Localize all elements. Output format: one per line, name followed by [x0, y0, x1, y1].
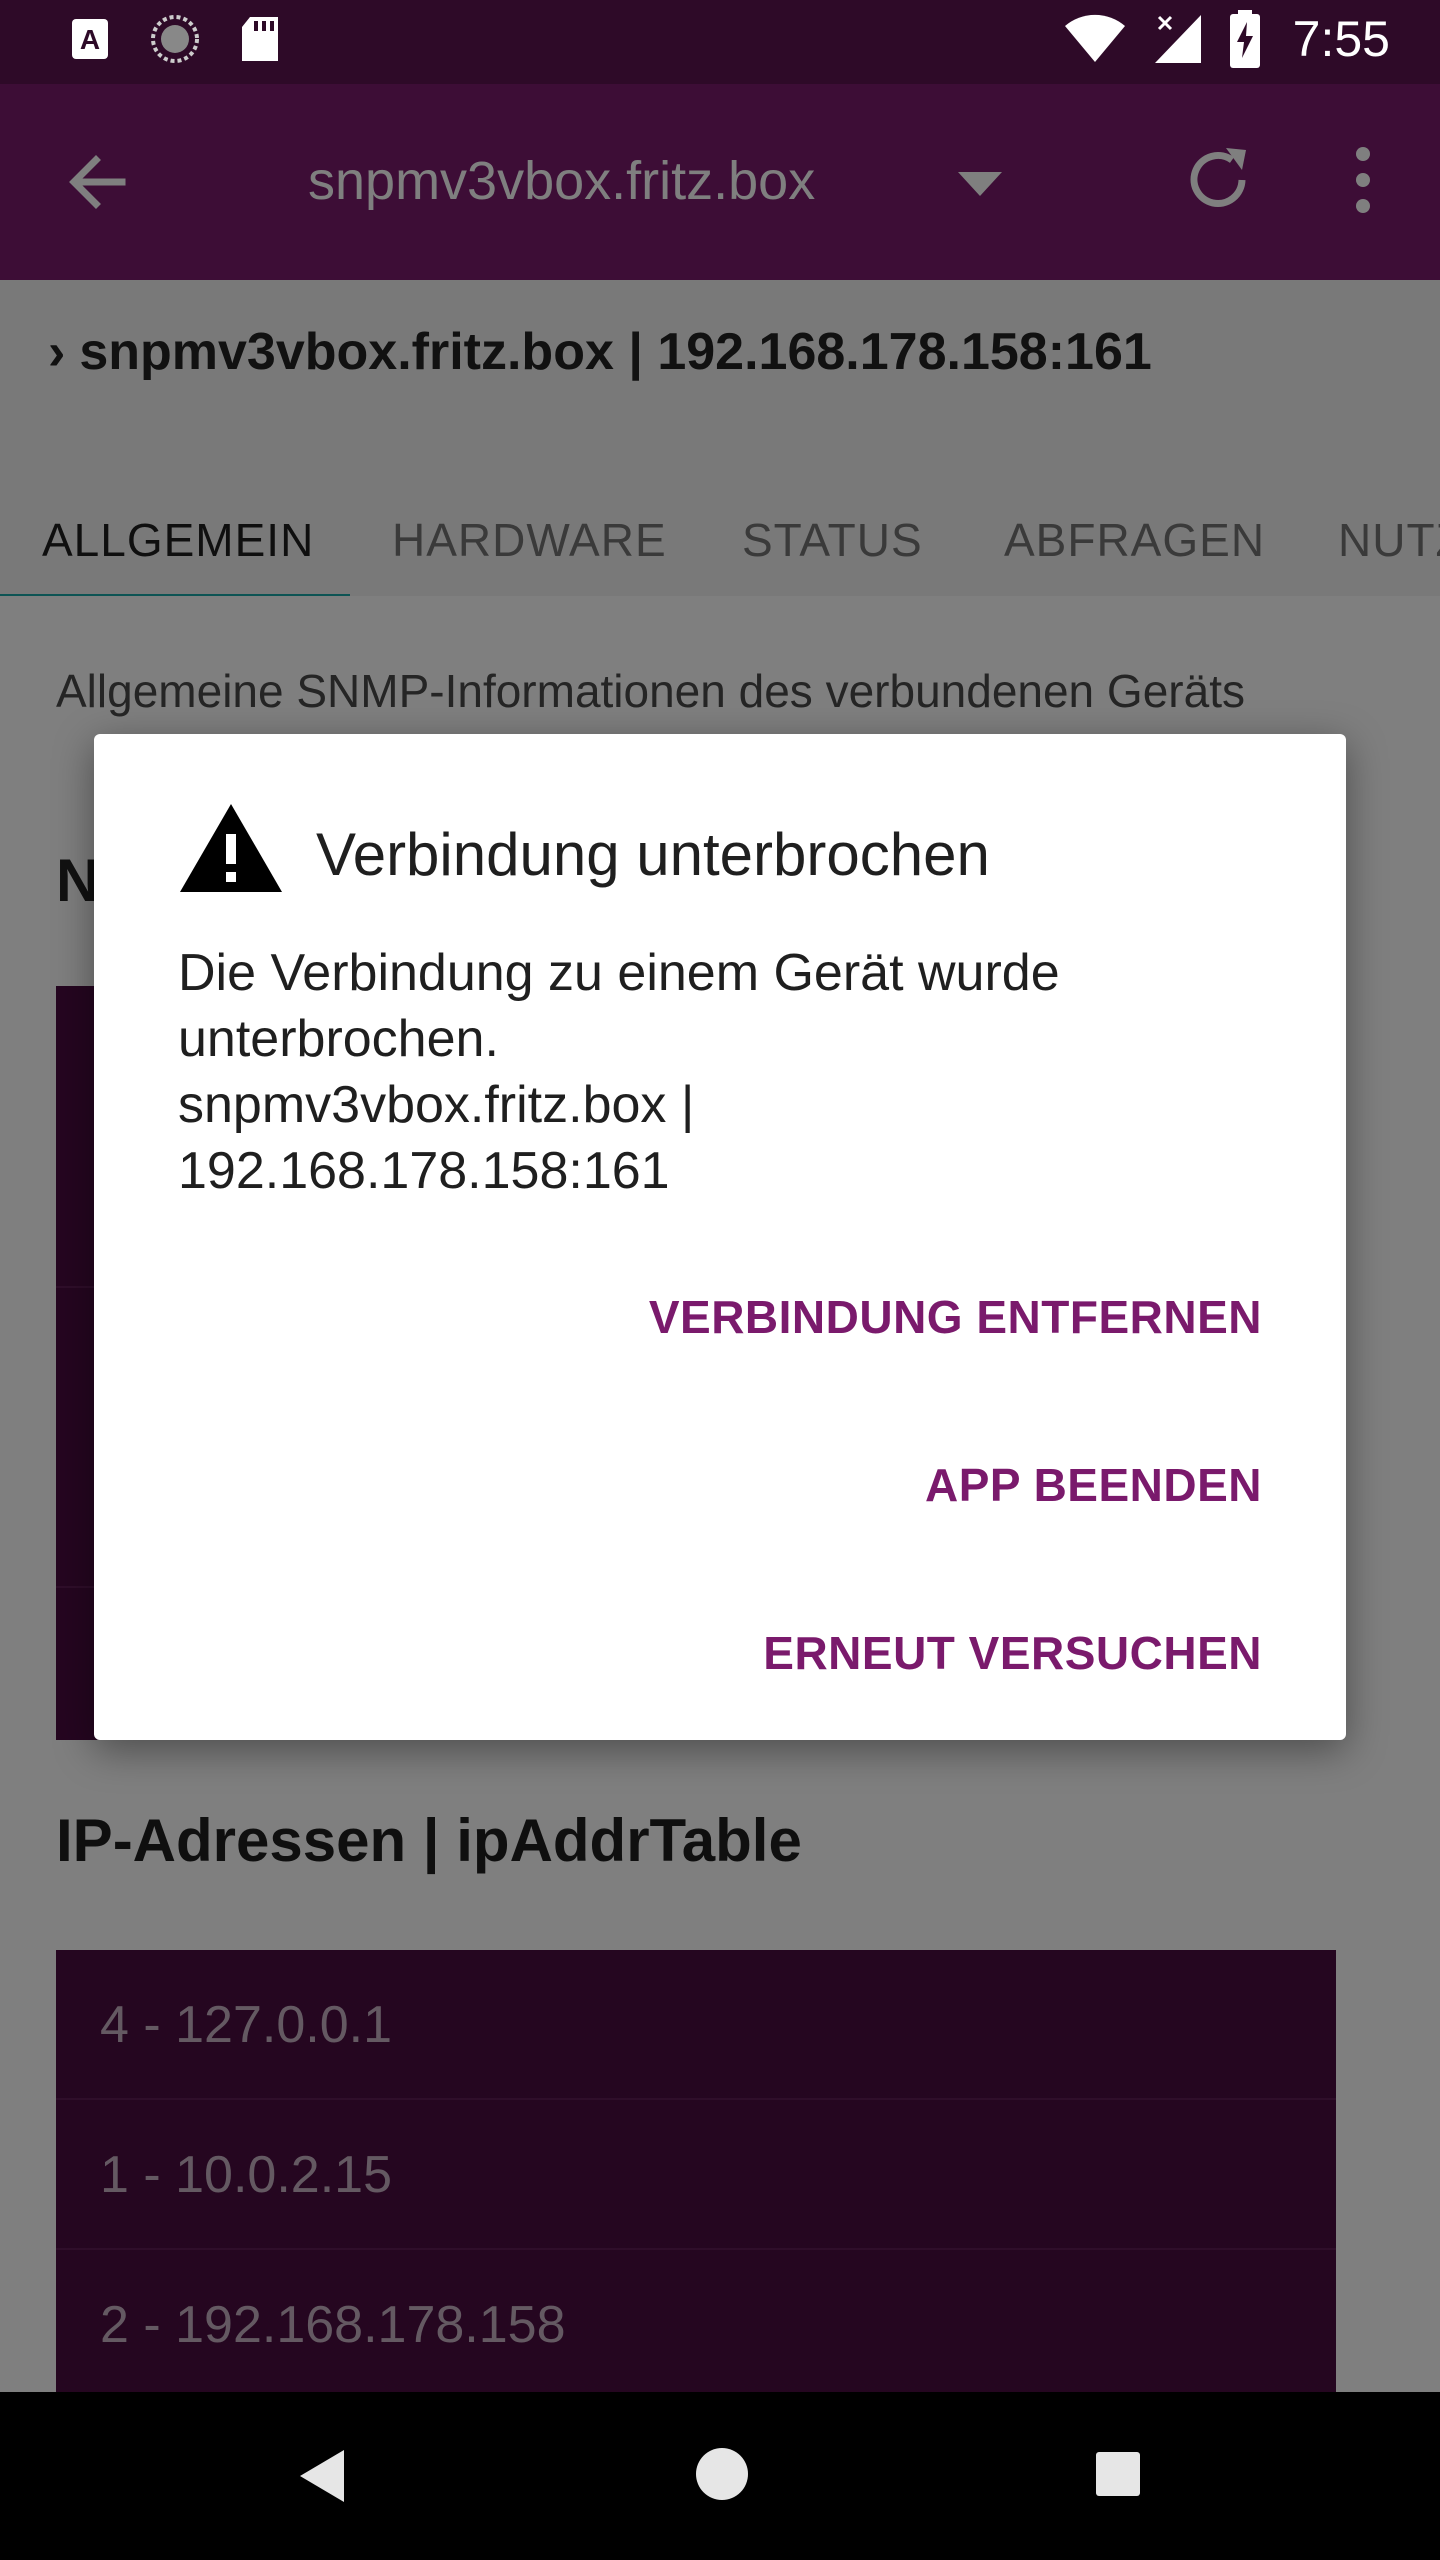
sync-spinner-icon [151, 15, 199, 63]
connection-lost-dialog: Verbindung unterbrochen Die Verbindung z… [94, 734, 1346, 1740]
status-bar-right: 7:55 [1063, 10, 1390, 68]
dialog-message-line: Die Verbindung zu einem Gerät wurde [178, 944, 1060, 1002]
battery-charging-icon [1229, 10, 1260, 68]
exit-app-button[interactable]: APP BEENDEN [925, 1448, 1262, 1522]
warning-icon [180, 804, 282, 892]
cellular-signal-icon [1154, 15, 1201, 63]
system-nav-bar [0, 2392, 1440, 2560]
accessibility-a-icon: A [72, 19, 108, 59]
dialog-message-line: unterbrochen. [178, 1010, 499, 1068]
remove-connection-button[interactable]: VERBINDUNG ENTFERNEN [649, 1280, 1262, 1354]
nav-recents-icon[interactable] [1096, 2452, 1140, 2496]
dialog-title: Verbindung unterbrochen [316, 821, 990, 888]
clock: 7:55 [1292, 11, 1390, 67]
dialog-message-line: 192.168.178.158:161 [178, 1142, 670, 1200]
dialog-message-line: snpmv3vbox.fritz.box | [178, 1076, 695, 1134]
status-bar-left: A [70, 14, 280, 64]
status-bar: A 7:55 [0, 0, 1440, 84]
wifi-icon [1064, 14, 1125, 62]
retry-button[interactable]: ERNEUT VERSUCHEN [763, 1616, 1262, 1690]
sd-card-icon [242, 17, 278, 61]
dialog-message: Die Verbindung zu einem Gerät wurde unte… [178, 940, 1258, 1204]
nav-back-icon[interactable] [296, 2448, 348, 2504]
svg-text:A: A [80, 24, 100, 55]
nav-home-icon[interactable] [696, 2448, 748, 2500]
